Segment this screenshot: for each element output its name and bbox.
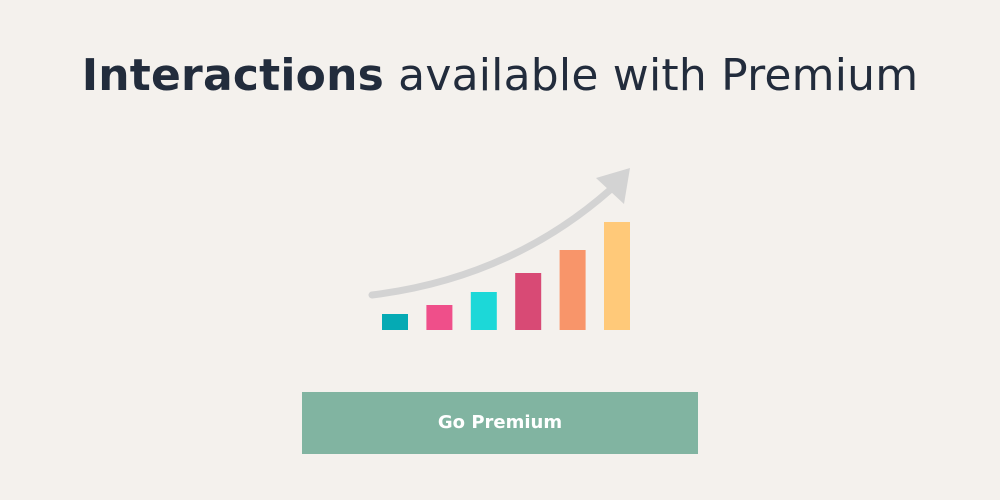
premium-headline: Interactions available with Premium <box>0 48 1000 104</box>
growth-chart-icon <box>368 168 630 330</box>
go-premium-button[interactable]: Go Premium <box>302 392 698 454</box>
headline-rest: available with Premium <box>384 50 919 101</box>
growth-bars <box>382 222 630 330</box>
growth-bar-1 <box>382 314 408 330</box>
growth-bar-2 <box>426 305 453 330</box>
growth-bar-3 <box>470 292 497 330</box>
growth-bar-5 <box>559 250 586 330</box>
growth-bar-4 <box>515 273 542 330</box>
headline-emphasis: Interactions <box>81 50 384 101</box>
growth-bar-6 <box>604 222 630 330</box>
